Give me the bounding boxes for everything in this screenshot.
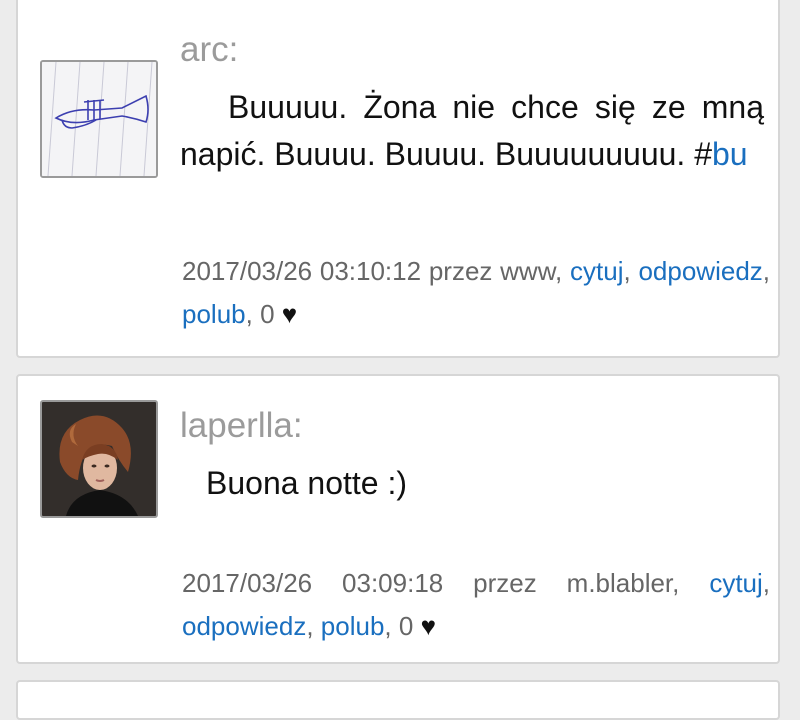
hashtag-link[interactable]: bu (712, 136, 748, 172)
heart-icon: ♥ (420, 611, 437, 641)
reply-link[interactable]: odpowiedz (638, 256, 762, 286)
quote-link[interactable]: cytuj (709, 568, 762, 598)
like-link[interactable]: polub (321, 611, 385, 641)
post-author[interactable]: laperlla: (180, 408, 303, 443)
post-body: Buona notte :) (206, 465, 408, 501)
post-card: arc: Buuuuu. Żona nie chce się ze mną na… (16, 0, 780, 358)
post-card: laperlla: Buona notte :) 2017/03/26 03:0… (16, 374, 780, 664)
post-meta: 2017/03/26 03:10:12 przez www, cytuj, od… (182, 256, 771, 329)
quote-link[interactable]: cytuj (570, 256, 623, 286)
post-body: Buuuuu. Żona nie chce się ze mną napić. … (180, 84, 764, 178)
avatar[interactable] (40, 60, 158, 178)
post-timestamp: 2017/03/26 03:09:18 (182, 568, 444, 598)
post-timestamp: 2017/03/26 03:10:12 (182, 256, 422, 286)
post-text: Buuuuu. Żona nie chce się ze mną napić. … (180, 89, 764, 172)
post-author[interactable]: arc: (180, 32, 238, 67)
avatar[interactable] (40, 400, 158, 518)
reply-link[interactable]: odpowiedz (182, 611, 306, 641)
trumpet-sketch-icon (42, 62, 156, 176)
like-link[interactable]: polub (182, 299, 246, 329)
likes-count: 0 (260, 299, 275, 329)
post-card (16, 680, 780, 720)
post-source: przez m.blabler, (473, 568, 680, 598)
heart-icon: ♥ (281, 299, 298, 329)
likes-count: 0 (398, 611, 414, 641)
post-source: przez www, (428, 256, 563, 286)
post-meta: 2017/03/26 03:09:18 przez m.blabler, cyt… (182, 568, 771, 641)
woman-portrait-photo (42, 402, 156, 516)
